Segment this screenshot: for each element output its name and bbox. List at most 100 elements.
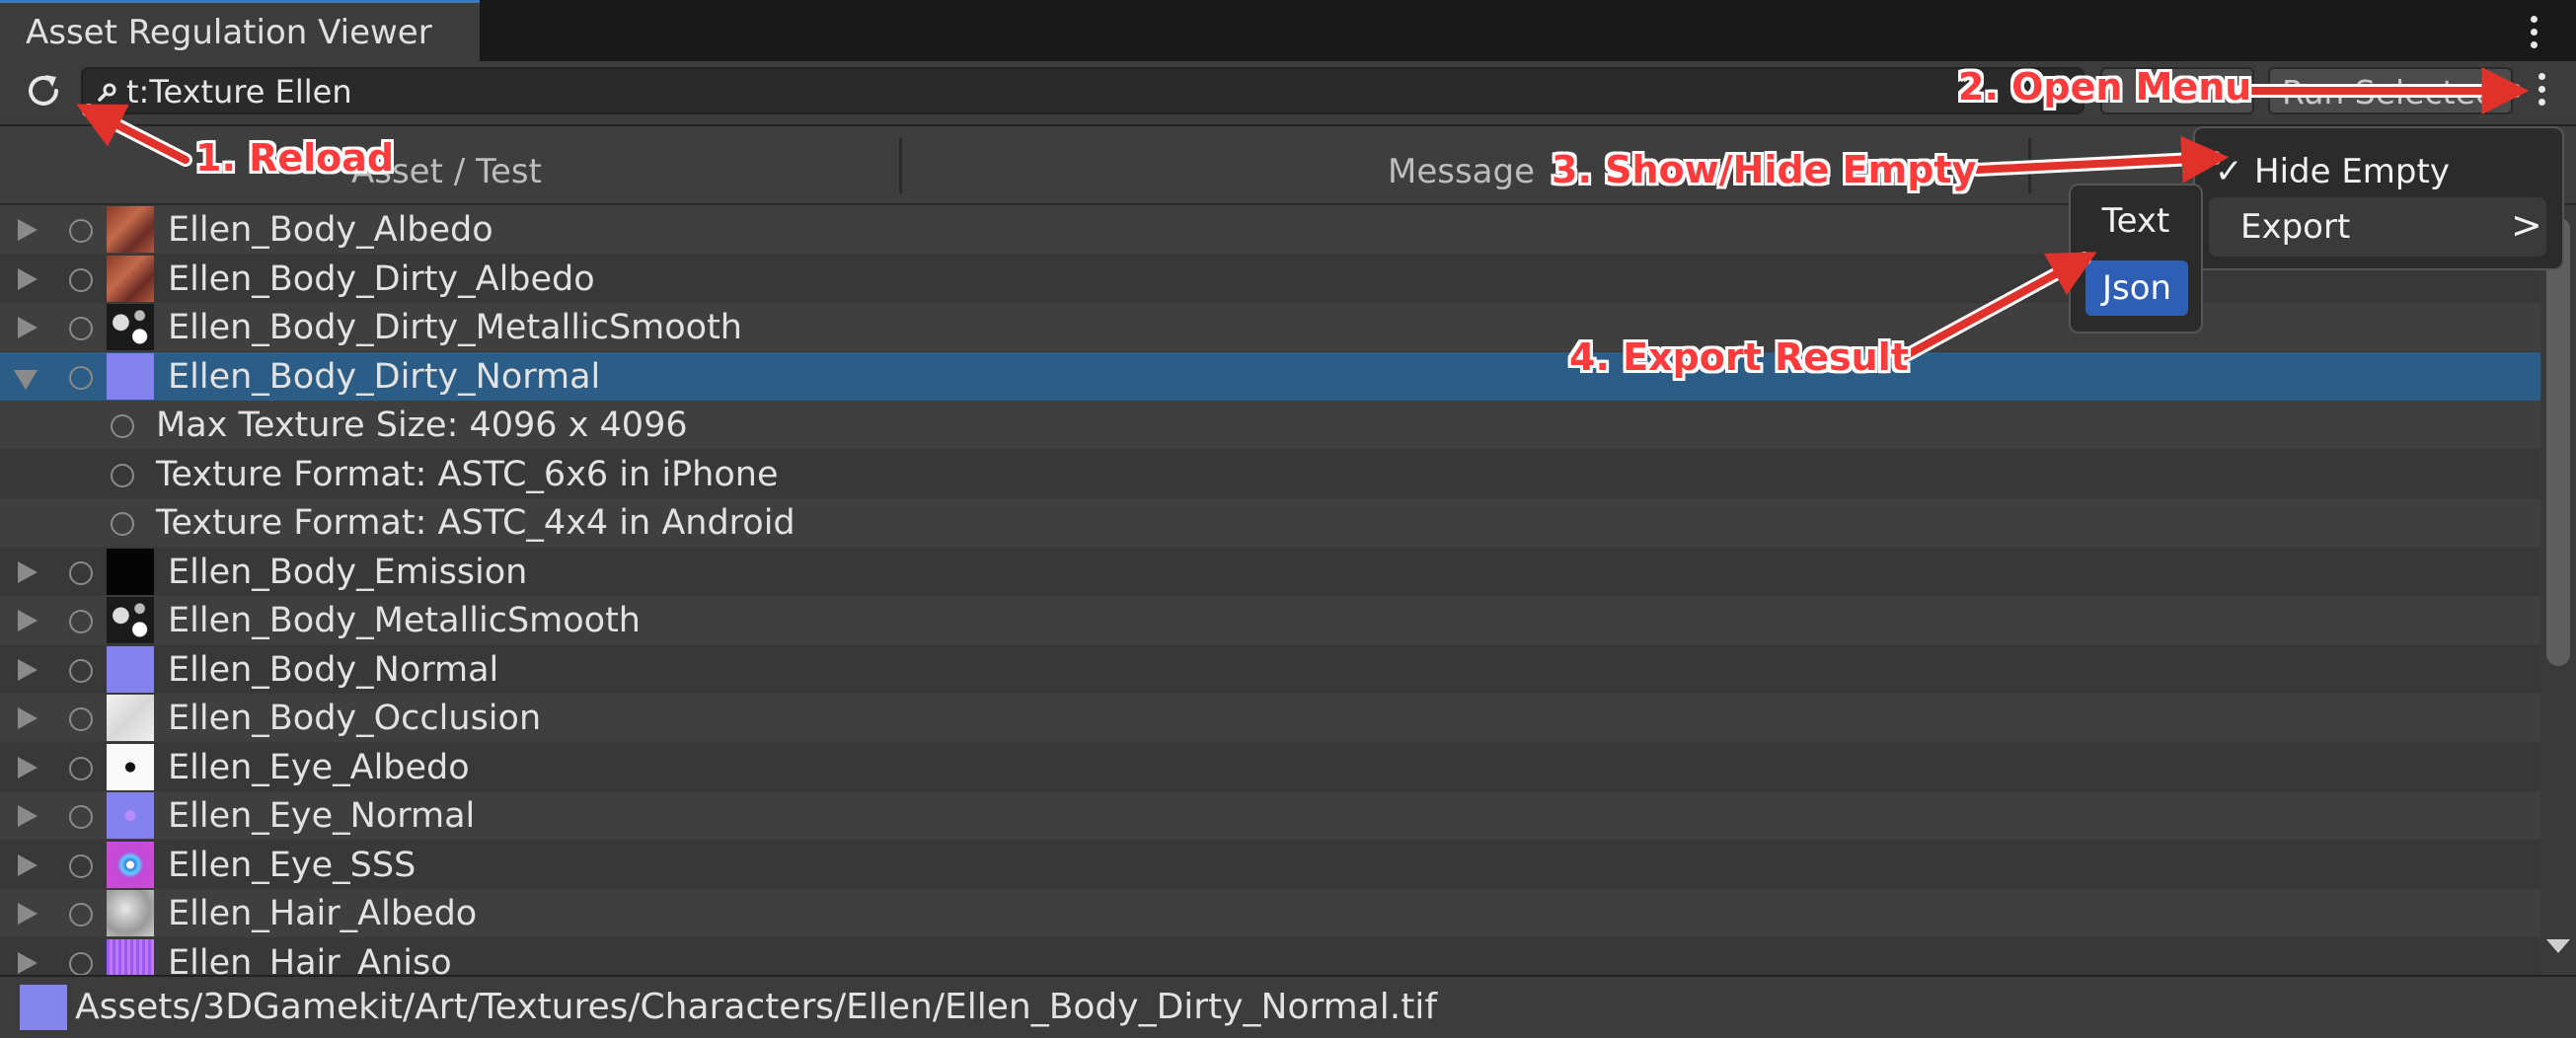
status-circle-icon <box>111 463 134 487</box>
status-bar: Assets/3DGamekit/Art/Textures/Characters… <box>0 975 2576 1038</box>
tree-row-asset[interactable]: Ellen_Body_Dirty_Normal <box>0 351 2540 401</box>
tree-row-asset[interactable]: Ellen_Body_Emission <box>0 548 2540 596</box>
submenu-item-label: Json <box>2101 268 2172 308</box>
tree-row-asset[interactable]: Ellen_Eye_SSS <box>0 841 2540 889</box>
column-divider[interactable] <box>899 138 902 193</box>
tree-row-label: Ellen_Hair_Albedo <box>168 894 478 933</box>
tree-row-asset[interactable]: Ellen_Hair_Albedo <box>0 889 2540 937</box>
status-circle-icon <box>69 560 93 585</box>
column-message[interactable]: Message <box>1388 152 1535 191</box>
tree-row-label: Ellen_Body_Dirty_MetallicSmooth <box>168 308 742 347</box>
expand-triangle-right-icon[interactable] <box>18 805 38 827</box>
tree-row-label: Ellen_Body_Normal <box>168 649 499 690</box>
texture-thumbnail <box>107 938 154 975</box>
tree-row-label: Ellen_Body_Dirty_Normal <box>168 356 601 397</box>
run-selected-label: Run Selected <box>2282 73 2496 111</box>
tab-title: Asset Regulation Viewer <box>26 13 432 52</box>
texture-thumbnail <box>107 304 154 350</box>
expand-triangle-right-icon[interactable] <box>18 707 38 729</box>
expand-triangle-right-icon[interactable] <box>18 853 38 876</box>
search-field[interactable]: t:Texture Ellen <box>81 67 2084 114</box>
status-circle-icon <box>69 658 93 683</box>
expand-triangle-right-icon[interactable] <box>18 219 38 241</box>
tree-row-label: Ellen_Eye_SSS <box>168 845 417 885</box>
submenu-item-json[interactable]: Json <box>2085 260 2188 316</box>
texture-thumbnail <box>107 841 154 888</box>
toolbar-menu-icon[interactable] <box>2530 73 2553 106</box>
context-menu: ✓ Hide Empty Export > <box>2193 126 2564 270</box>
column-divider[interactable] <box>2028 138 2031 193</box>
status-circle-icon <box>69 317 93 340</box>
texture-thumbnail <box>107 352 154 400</box>
expand-triangle-down-icon[interactable] <box>14 369 38 390</box>
run-selected-button[interactable]: Run Selected <box>2268 67 2513 114</box>
tree-row-test[interactable]: Max Texture Size: 4096 x 4096 <box>0 401 2540 449</box>
expand-triangle-right-icon[interactable] <box>18 610 38 631</box>
scroll-down-arrow-icon[interactable] <box>2546 939 2570 953</box>
status-circle-icon <box>111 414 134 438</box>
tab-asset-regulation-viewer[interactable]: Asset Regulation Viewer <box>0 0 480 61</box>
annotation-reload: 1. Reload <box>195 136 395 180</box>
tree-row-label: Ellen_Body_Occlusion <box>168 699 542 738</box>
tree-row-label: Ellen_Body_Emission <box>168 552 528 592</box>
tree-row-asset[interactable]: Ellen_Eye_Normal <box>0 791 2540 840</box>
tree-row-asset[interactable]: Ellen_Body_Normal <box>0 645 2540 694</box>
search-icon <box>98 83 116 102</box>
annotation-open-menu: 2. Open Menu <box>1958 65 2252 109</box>
chevron-right-icon: > <box>2511 203 2542 247</box>
status-circle-icon <box>69 365 93 390</box>
selected-asset-thumbnail <box>20 985 67 1030</box>
status-circle-icon <box>69 951 93 975</box>
texture-thumbnail <box>107 743 154 790</box>
tree-row-label: Texture Format: ASTC_6x6 in iPhone <box>156 454 779 494</box>
checkmark-icon: ✓ <box>2215 152 2243 191</box>
export-submenu: Text Json <box>2069 184 2203 334</box>
texture-thumbnail <box>107 645 154 693</box>
texture-thumbnail <box>107 548 154 595</box>
submenu-item-text[interactable]: Text <box>2071 201 2201 241</box>
tree-row-label: Ellen_Body_Albedo <box>168 210 493 250</box>
tree-row-label: Ellen_Body_Dirty_Albedo <box>168 259 595 299</box>
tree-row-label: Ellen_Eye_Normal <box>168 796 476 836</box>
tree-row-test[interactable]: Texture Format: ASTC_4x4 in Android <box>0 498 2540 547</box>
texture-thumbnail <box>107 597 154 643</box>
menu-item-label: Export <box>2240 207 2351 247</box>
status-circle-icon <box>69 219 93 243</box>
window-menu-icon[interactable] <box>2522 16 2545 48</box>
tree-row-asset[interactable]: Ellen_Hair_Aniso <box>0 938 2540 976</box>
annotation-show-hide-empty: 3. Show/Hide Empty <box>1552 148 1977 191</box>
tree-row-asset[interactable]: Ellen_Eye_Albedo <box>0 743 2540 791</box>
expand-triangle-right-icon[interactable] <box>18 317 38 338</box>
status-circle-icon <box>69 903 93 927</box>
menu-item-export[interactable]: Export > <box>2209 197 2546 257</box>
tree-row-test[interactable]: Texture Format: ASTC_6x6 in iPhone <box>0 450 2540 498</box>
expand-triangle-right-icon[interactable] <box>18 267 38 290</box>
menu-item-label: Hide Empty <box>2254 152 2450 191</box>
texture-thumbnail <box>107 695 154 741</box>
tree-row-asset[interactable]: Ellen_Body_Occlusion <box>0 694 2540 742</box>
tree-row-label: Ellen_Eye_Albedo <box>168 747 470 787</box>
expand-triangle-right-icon[interactable] <box>18 903 38 925</box>
expand-triangle-right-icon[interactable] <box>18 756 38 778</box>
search-input-value: t:Texture Ellen <box>126 73 352 111</box>
reload-icon[interactable] <box>22 69 65 112</box>
status-circle-icon <box>69 610 93 633</box>
status-circle-icon <box>69 853 93 878</box>
expand-triangle-right-icon[interactable] <box>18 658 38 681</box>
selected-asset-path: Assets/3DGamekit/Art/Textures/Characters… <box>75 987 1438 1027</box>
expand-triangle-right-icon[interactable] <box>18 560 38 583</box>
annotation-export-result: 4. Export Result <box>1569 335 1909 379</box>
scrollbar-thumb[interactable] <box>2546 217 2570 666</box>
expand-triangle-right-icon[interactable] <box>18 951 38 974</box>
menu-item-hide-empty[interactable]: ✓ Hide Empty <box>2215 146 2540 195</box>
status-circle-icon <box>69 267 93 292</box>
texture-thumbnail <box>107 255 154 302</box>
texture-thumbnail <box>107 792 154 839</box>
tree-row-asset[interactable]: Ellen_Body_MetallicSmooth <box>0 596 2540 644</box>
tree-row-label: Ellen_Hair_Aniso <box>168 942 452 976</box>
tree-row-label: Ellen_Body_MetallicSmooth <box>168 601 641 640</box>
texture-thumbnail <box>107 890 154 936</box>
status-circle-icon <box>69 707 93 731</box>
tree-row-label: Max Texture Size: 4096 x 4096 <box>156 406 688 445</box>
status-circle-icon <box>69 756 93 780</box>
